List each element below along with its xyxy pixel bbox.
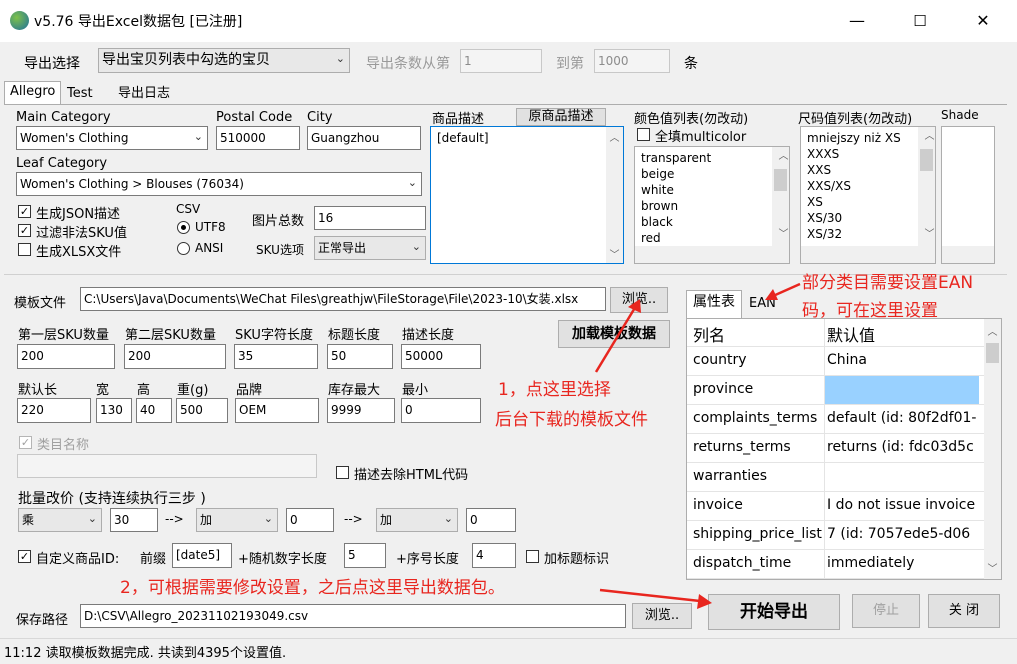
note-ean-line1: 部分类目需要设置EAN	[802, 273, 974, 293]
note-step1-line2: 后台下载的模板文件	[495, 410, 648, 430]
arrow-to-ean	[772, 282, 801, 298]
arrow-to-start	[599, 588, 701, 603]
status-text: 11:12 读取模板数据完成. 共读到4395个设置值.	[4, 646, 287, 661]
note-ean-line2: 码，可在这里设置	[802, 301, 938, 321]
export-window: v5.76 导出Excel数据包 [已注册] — ☐ ✕ 导出选择 导出宝贝列表…	[0, 0, 1017, 664]
arrow-head	[628, 299, 641, 313]
arrow-to-browse	[594, 305, 638, 373]
arrow-head	[697, 594, 712, 609]
status-bar: 11:12 读取模板数据完成. 共读到4395个设置值.	[0, 638, 1017, 664]
note-step2: 2，可根据需要修改设置，之后点这里导出数据包。	[120, 578, 505, 598]
note-step1-line1: 1，点这里选择	[498, 380, 611, 400]
annotation-arrows	[594, 282, 801, 609]
